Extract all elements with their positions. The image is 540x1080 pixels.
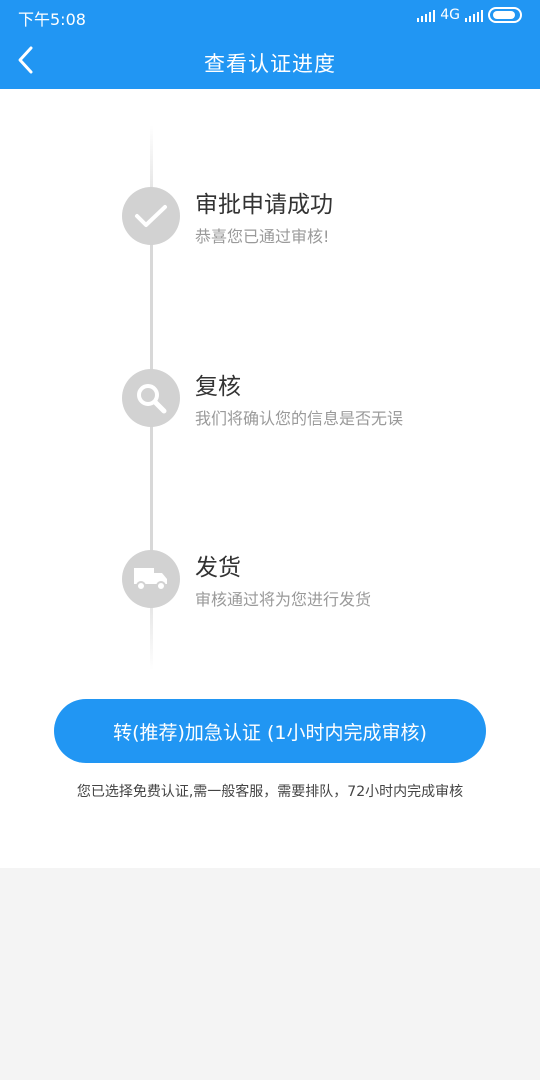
step-shipping: 发货 审核通过将为您进行发货 (0, 550, 540, 620)
status-time: 下午5:08 (18, 10, 86, 29)
step-icon-circle (122, 550, 180, 608)
urgent-verification-button[interactable]: 转(推荐)加急认证 (1小时内完成审核) (54, 699, 486, 763)
step-description: 审核通过将为您进行发货 (195, 590, 372, 609)
step-title: 发货 (195, 555, 241, 581)
page-title: 查看认证进度 (204, 52, 336, 76)
status-indicators: 4G (417, 7, 522, 23)
signal-icon-secondary (465, 8, 483, 22)
nav-bar: 查看认证进度 (0, 32, 540, 89)
status-bar: 下午5:08 4G (0, 0, 540, 32)
battery-icon (488, 7, 522, 23)
step-description: 我们将确认您的信息是否无误 (195, 409, 404, 428)
step-review: 复核 我们将确认您的信息是否无误 (0, 369, 540, 439)
search-icon (137, 384, 167, 414)
step-title: 审批申请成功 (195, 192, 333, 218)
step-icon-circle (122, 187, 180, 245)
signal-icon (417, 8, 436, 22)
step-description: 恭喜您已通过审核! (195, 227, 330, 246)
network-type: 4G (440, 7, 460, 23)
step-title: 复核 (195, 374, 241, 400)
truck-icon (134, 568, 167, 591)
step-approved: 审批申请成功 恭喜您已通过审核! (0, 187, 540, 257)
free-verification-notice: 您已选择免费认证,需一般客服，需要排队，72小时内完成审核 (76, 784, 464, 800)
step-icon-circle (122, 369, 180, 427)
progress-content: 审批申请成功 恭喜您已通过审核! 复核 我们将确认您的信息是否无误 发货 审核通… (0, 89, 540, 868)
checkmark-icon (135, 205, 167, 227)
